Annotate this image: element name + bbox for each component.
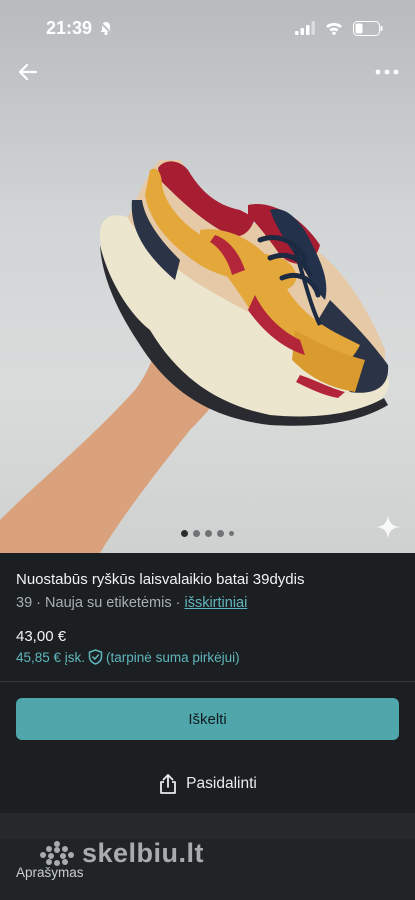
gallery-dot[interactable] [217, 530, 224, 537]
bump-button[interactable]: Iškelti [16, 698, 399, 740]
listing-condition: Nauja su etiketėmis [45, 595, 172, 611]
divider [0, 681, 415, 682]
price-incl-row[interactable]: 45,85 € įsk. (tarpinė suma pirkėjui) [16, 649, 240, 665]
share-icon [160, 774, 177, 794]
listing-info: Nuostabūs ryškūs laisvalaikio batai 39dy… [16, 570, 406, 611]
status-time-text: 21:39 [46, 17, 93, 38]
listing-size: 39 [16, 595, 33, 611]
sparkle-button[interactable] [375, 514, 401, 540]
gallery-dot-active[interactable] [181, 530, 188, 537]
status-bar: 21:39 [0, 0, 415, 56]
watermark-text: skelbiu.lt [82, 838, 205, 868]
gallery-dot[interactable] [229, 531, 234, 536]
watermark-logo-icon [40, 840, 74, 866]
gallery-dot[interactable] [205, 530, 212, 537]
back-button[interactable] [14, 58, 42, 86]
share-label: Pasidalinti [186, 775, 257, 792]
price-incl-value: 45,85 € įsk. [16, 649, 86, 665]
more-options-button[interactable] [373, 60, 401, 84]
listing-title: Nuostabūs ryškūs laisvalaikio batai 39dy… [16, 571, 305, 588]
sparkle-icon [376, 515, 400, 539]
share-button[interactable]: Pasidalinti [0, 762, 415, 806]
product-photo[interactable]: 21:39 [0, 0, 415, 553]
gallery-pagination [0, 530, 415, 537]
section-separator [0, 813, 415, 839]
meta-separator: · [175, 595, 181, 611]
battery-icon [353, 20, 383, 36]
bell-muted-icon [99, 21, 113, 36]
arrow-left-icon [18, 63, 38, 81]
meta-separator: · [36, 595, 42, 611]
listing-price: 43,00 € [16, 628, 67, 645]
status-icons [295, 20, 383, 36]
sneaker-image [0, 160, 390, 553]
more-horizontal-icon [375, 69, 399, 75]
gallery-dot[interactable] [193, 530, 200, 537]
wifi-icon [326, 23, 342, 35]
brand-link[interactable]: išskirtiniai [184, 595, 247, 611]
signal-icon [295, 21, 315, 35]
description-label[interactable]: Aprašymas [16, 865, 84, 880]
shield-check-icon [88, 649, 103, 665]
price-incl-note: (tarpinė suma pirkėjui) [106, 649, 240, 665]
status-time: 21:39 [46, 18, 114, 39]
listing-meta: 39 · Nauja su etiketėmis · išskirtiniai [16, 595, 406, 611]
